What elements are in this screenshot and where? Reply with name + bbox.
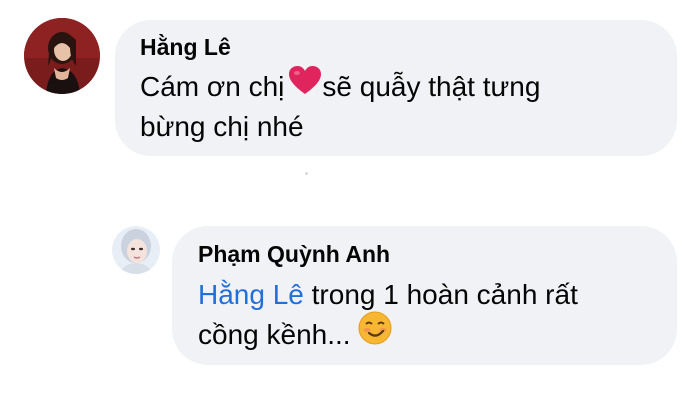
comment-text: trong 1 hoàn cảnh rất — [303, 279, 578, 310]
comment-text-line-2: bừng chị nhé — [140, 111, 304, 142]
mention-link[interactable]: Hằng Lê — [198, 279, 304, 310]
avatar-pham-quynh-anh[interactable] — [112, 226, 160, 274]
comment-thread: Hằng Lê Cám ơn chị sẽ quẫy thật tưng bừn… — [0, 0, 700, 419]
profile-photo-icon — [24, 18, 100, 94]
comment-text-line-1: Hằng Lê trong 1 hoàn cảnh rất — [198, 275, 578, 315]
avatar-hang-le[interactable] — [24, 18, 100, 94]
red-heart-icon — [288, 65, 322, 106]
separator-dot — [305, 172, 308, 175]
comment-author-name[interactable]: Hằng Lê — [140, 33, 231, 61]
profile-photo-icon — [112, 226, 160, 274]
comment-text-line-2: cồng kềnh... — [198, 311, 392, 359]
comment-text: Cám ơn chị — [140, 71, 285, 102]
comment-text: cồng kềnh... — [198, 318, 359, 350]
smirking-face-icon — [358, 311, 392, 356]
comment-text-line-1: Cám ơn chị sẽ quẫy thật tưng — [140, 65, 541, 109]
comment-text: sẽ quẫy thật tưng — [322, 71, 541, 102]
comment-author-name[interactable]: Phạm Quỳnh Anh — [198, 240, 390, 268]
